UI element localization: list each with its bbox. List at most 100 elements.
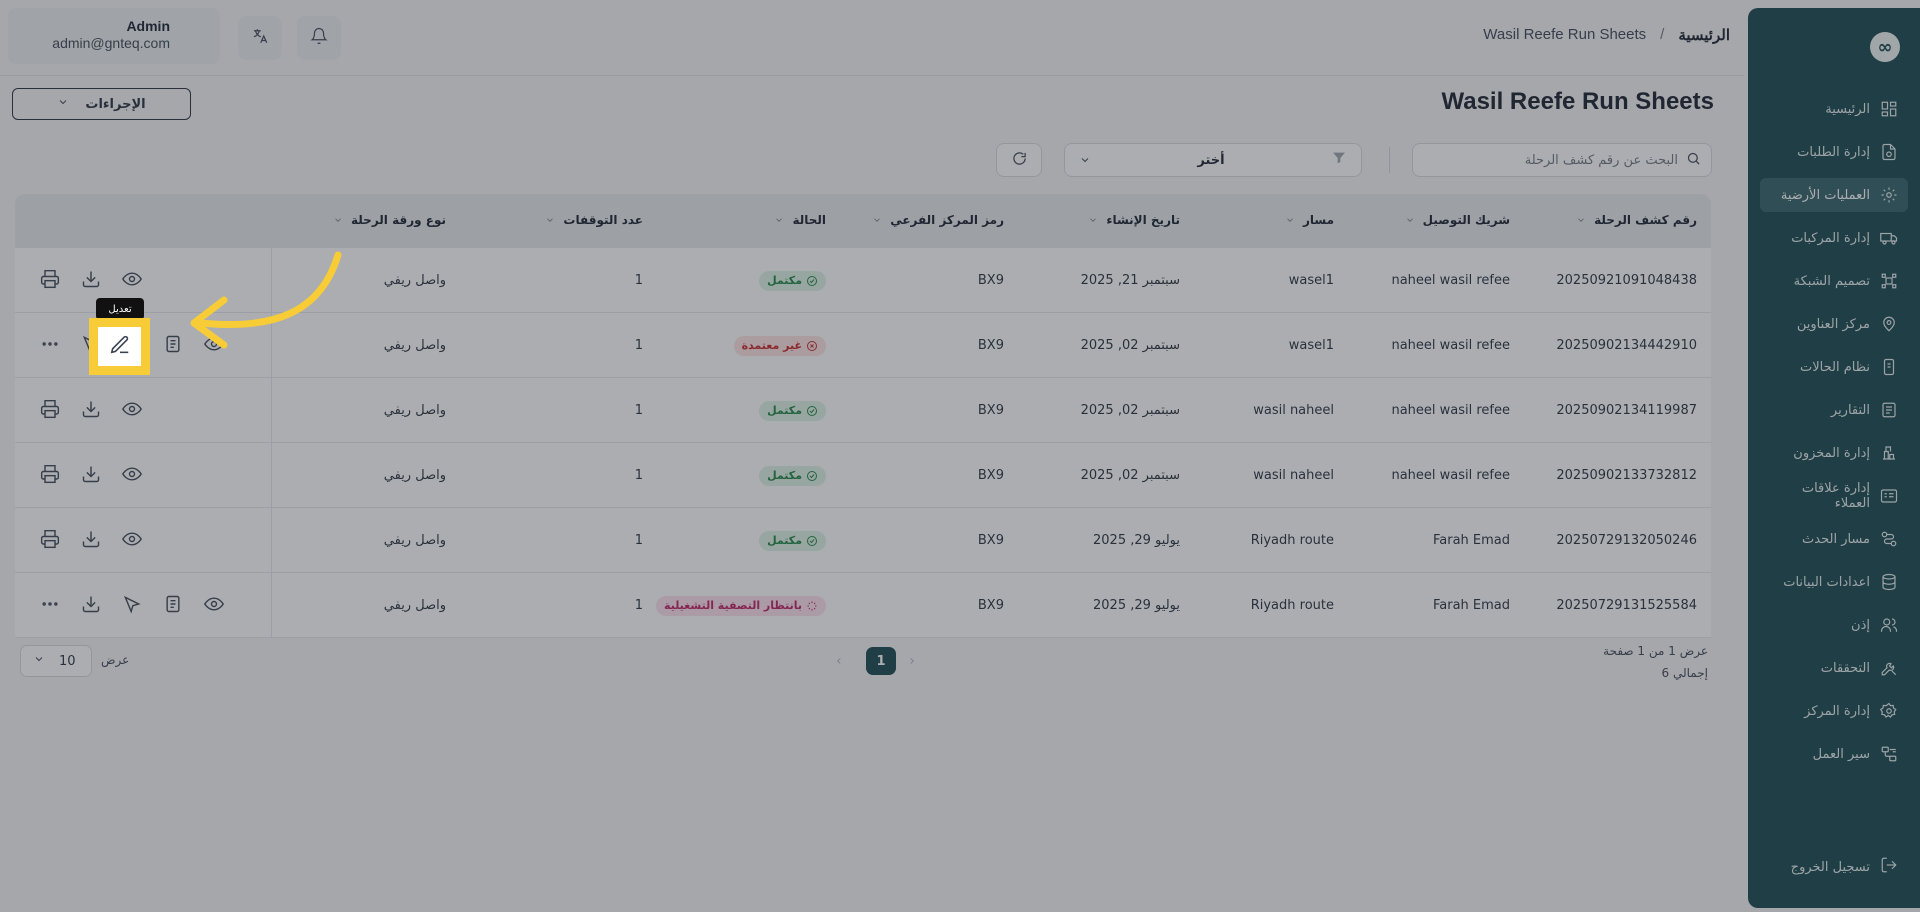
cell-created: سبتمبر 02, 2025 [1080, 403, 1180, 418]
print-button[interactable] [29, 456, 70, 496]
cell-run-sheet-no[interactable]: 20250902134442910 [1556, 313, 1697, 378]
filter-value: أختر [1197, 152, 1225, 168]
cell-created: يوليو 29, 2025 [1093, 533, 1180, 548]
edit-button-highlight[interactable] [89, 318, 150, 375]
more-button[interactable] [29, 586, 70, 626]
chevron-down-icon [1406, 218, 1413, 222]
sidebar-item-orders[interactable]: إدارة الطلبات [1760, 135, 1908, 169]
download-button[interactable] [70, 586, 111, 626]
column-created[interactable]: تاريخ الإنشاء [1088, 213, 1180, 227]
cell-run-sheet-no[interactable]: 20250902133732812 [1556, 443, 1697, 508]
status-icon [807, 340, 817, 351]
prev-page-button[interactable] [905, 653, 919, 669]
sidebar-item-database[interactable]: اعدادات البيانات [1760, 565, 1908, 599]
user-menu[interactable]: Admin admin@gnteq.com [8, 8, 220, 64]
translate-icon [251, 27, 269, 49]
table-row[interactable]: 20250902133732812 naheel wasil refee wasil… [15, 443, 1711, 508]
filter-select[interactable]: أختر [1064, 143, 1362, 177]
view-button[interactable] [111, 521, 152, 561]
per-page-label: عرض [101, 653, 130, 667]
sidebar-item-label: تصميم الشبكة [1793, 273, 1870, 289]
filter-icon [1331, 150, 1347, 170]
sidebar-item-label: إدارة علاقات العملاء [1801, 481, 1870, 511]
column-sheet-type[interactable]: نوع ورقة الرحلة [333, 213, 446, 227]
sidebar-item-settings[interactable]: إدارة المركز [1760, 694, 1908, 728]
sidebar-item-tools[interactable]: التحققات [1760, 651, 1908, 685]
cell-hub-code: BX9 [977, 403, 1004, 418]
print-button[interactable] [29, 391, 70, 431]
sidebar-item-truck[interactable]: إدارة المركبات [1760, 221, 1908, 255]
download-icon [81, 594, 101, 618]
page-title: Wasil Reefe Run Sheets [1441, 88, 1714, 115]
breadcrumb-home[interactable]: الرئيسية [1678, 26, 1730, 44]
download-button[interactable] [70, 391, 111, 431]
sidebar-item-users[interactable]: إذن [1760, 608, 1908, 642]
table-row[interactable]: 20250729132050246 Farah Emad Riyadh route ي… [15, 508, 1711, 573]
language-button[interactable] [238, 16, 282, 60]
cell-partner: naheel wasil refee [1391, 403, 1510, 418]
view-button[interactable] [111, 456, 152, 496]
download-button[interactable] [70, 521, 111, 561]
cell-status: مكتمل [759, 508, 826, 573]
cell-status: بانتظار التصفية التشغيلية [656, 573, 826, 638]
sidebar-item-workflow[interactable]: سير العمل [1760, 737, 1908, 771]
sidebar-item-ground-ops[interactable]: العمليات الأرضية [1760, 178, 1908, 212]
cell-run-sheet-no[interactable]: 20250729132050246 [1556, 508, 1697, 573]
print-button[interactable] [29, 521, 70, 561]
notifications-button[interactable] [297, 16, 341, 60]
view-button[interactable] [193, 586, 234, 626]
details-button[interactable] [152, 586, 193, 626]
per-page-select[interactable]: 10 [20, 645, 92, 677]
search-input[interactable] [1428, 152, 1678, 168]
chevron-left-icon [837, 658, 841, 664]
cell-stops: 1 [634, 273, 643, 288]
cell-status: مكتمل [759, 378, 826, 443]
column-route[interactable]: مسار [1285, 213, 1334, 227]
view-button[interactable] [111, 261, 152, 301]
sidebar-item-route[interactable]: مسار الحدث [1760, 522, 1908, 556]
print-button[interactable] [29, 261, 70, 301]
status-icon [807, 535, 817, 546]
actions-dropdown[interactable]: الإجراءات [12, 88, 191, 120]
chevron-down-icon [547, 218, 554, 222]
cell-sheet-type: واصل ريفي [383, 468, 446, 483]
table-row[interactable]: 20250902134119987 naheel wasil refee wasil… [15, 378, 1711, 443]
more-button[interactable] [29, 326, 70, 366]
report-icon [1880, 401, 1898, 419]
cell-run-sheet-no[interactable]: 20250729131525584 [1556, 573, 1697, 638]
download-button[interactable] [70, 261, 111, 301]
cell-stops: 1 [634, 403, 643, 418]
sidebar-item-status[interactable]: نظام الحالات [1760, 350, 1908, 384]
cell-run-sheet-no[interactable]: 20250902134119987 [1556, 378, 1697, 443]
eye-icon [121, 464, 142, 488]
sidebar-item-report[interactable]: التقارير [1760, 393, 1908, 427]
column-status[interactable]: الحالة [774, 213, 826, 227]
column-stops[interactable]: عدد التوقفات [545, 213, 643, 227]
sidebar-item-crm[interactable]: إدارة علاقات العملاء [1760, 479, 1908, 513]
sidebar-item-network[interactable]: تصميم الشبكة [1760, 264, 1908, 298]
sidebar-item-label: إدارة المركبات [1791, 230, 1870, 246]
cell-hub-code: BX9 [977, 273, 1004, 288]
table-row[interactable]: 20250729131525584 Farah Emad Riyadh route ي… [15, 573, 1711, 638]
logout-button[interactable]: تسجيل الخروج [1791, 856, 1898, 878]
search-field[interactable] [1412, 143, 1712, 177]
view-button[interactable] [111, 391, 152, 431]
sidebar-item-inventory[interactable]: إدارة المخزون [1760, 436, 1908, 470]
sidebar-item-map-pin[interactable]: مركز العناوين [1760, 307, 1908, 341]
cell-run-sheet-no[interactable]: 20250921091048438 [1556, 248, 1697, 313]
next-page-button[interactable] [832, 653, 846, 669]
sidebar-item-dashboard[interactable]: الرئيسية [1760, 92, 1908, 126]
assign-button[interactable] [111, 586, 152, 626]
column-partner[interactable]: شريك التوصيل [1405, 213, 1510, 227]
column-run-sheet-no[interactable]: رقم كشف الرحلة [1576, 213, 1697, 227]
more-icon [40, 594, 60, 618]
column-hub-code[interactable]: رمز المركز الفرعي [872, 213, 1004, 227]
refresh-button[interactable] [996, 143, 1042, 177]
status-badge: مكتمل [759, 465, 826, 486]
download-button[interactable] [70, 456, 111, 496]
cell-stops: 1 [634, 598, 643, 613]
page-button-current[interactable]: 1 [866, 647, 896, 675]
status-badge: غير معتمدة [733, 335, 826, 356]
cell-stops: 1 [634, 468, 643, 483]
truck-icon [1880, 229, 1898, 247]
